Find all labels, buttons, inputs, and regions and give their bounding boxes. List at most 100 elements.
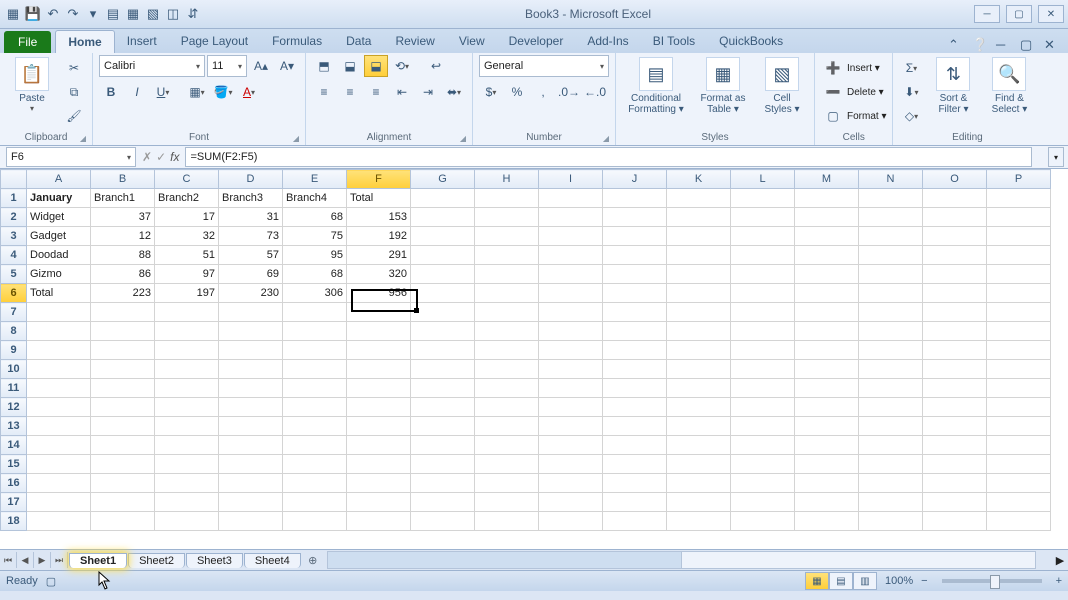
cell-L16[interactable] xyxy=(731,474,795,493)
row-header-17[interactable]: 17 xyxy=(1,493,27,512)
sheet-tab-sheet4[interactable]: Sheet4 xyxy=(244,553,301,568)
sheet-nav-next-icon[interactable]: ▶ xyxy=(34,552,51,568)
cell-I9[interactable] xyxy=(539,341,603,360)
redo-icon[interactable]: ↷ xyxy=(64,5,82,23)
cut-icon[interactable]: ✂ xyxy=(62,57,86,79)
align-right-icon[interactable]: ≡ xyxy=(364,81,388,103)
copy-icon[interactable]: ⧉ xyxy=(62,81,86,103)
cell-C11[interactable] xyxy=(155,379,219,398)
cell-H13[interactable] xyxy=(475,417,539,436)
cell-J4[interactable] xyxy=(603,246,667,265)
cell-I2[interactable] xyxy=(539,208,603,227)
workbook-restore-icon[interactable]: ▢ xyxy=(1020,37,1036,53)
cell-B12[interactable] xyxy=(91,398,155,417)
cell-M6[interactable] xyxy=(795,284,859,303)
cell-J1[interactable] xyxy=(603,189,667,208)
cell-N3[interactable] xyxy=(859,227,923,246)
cell-G2[interactable] xyxy=(411,208,475,227)
cell-K5[interactable] xyxy=(667,265,731,284)
sort-filter-button[interactable]: ⇅Sort & Filter ▾ xyxy=(927,55,979,117)
cell-P10[interactable] xyxy=(987,360,1051,379)
cell-B5[interactable]: 86 xyxy=(91,265,155,284)
cell-G6[interactable] xyxy=(411,284,475,303)
cell-O3[interactable] xyxy=(923,227,987,246)
ribbon-tab-add-ins[interactable]: Add-Ins xyxy=(575,30,640,53)
cell-H9[interactable] xyxy=(475,341,539,360)
cell-E11[interactable] xyxy=(283,379,347,398)
column-header-O[interactable]: O xyxy=(923,170,987,189)
cell-G18[interactable] xyxy=(411,512,475,531)
cell-C18[interactable] xyxy=(155,512,219,531)
fill-icon[interactable]: ⬇▾ xyxy=(899,81,923,103)
cell-H5[interactable] xyxy=(475,265,539,284)
column-header-E[interactable]: E xyxy=(283,170,347,189)
cell-L6[interactable] xyxy=(731,284,795,303)
ribbon-tab-insert[interactable]: Insert xyxy=(115,30,169,53)
cell-O4[interactable] xyxy=(923,246,987,265)
scroll-right-icon[interactable]: ▶ xyxy=(1052,554,1068,567)
cell-C3[interactable]: 32 xyxy=(155,227,219,246)
align-center-icon[interactable]: ≡ xyxy=(338,81,362,103)
row-header-4[interactable]: 4 xyxy=(1,246,27,265)
cell-M13[interactable] xyxy=(795,417,859,436)
qat-custom3-icon[interactable]: ▧ xyxy=(144,5,162,23)
cell-C5[interactable]: 97 xyxy=(155,265,219,284)
column-header-M[interactable]: M xyxy=(795,170,859,189)
cell-L5[interactable] xyxy=(731,265,795,284)
cell-O8[interactable] xyxy=(923,322,987,341)
cell-H10[interactable] xyxy=(475,360,539,379)
file-tab[interactable]: File xyxy=(4,31,51,53)
cell-J11[interactable] xyxy=(603,379,667,398)
sheet-nav-prev-icon[interactable]: ◀ xyxy=(17,552,34,568)
cell-J9[interactable] xyxy=(603,341,667,360)
cell-J18[interactable] xyxy=(603,512,667,531)
row-header-12[interactable]: 12 xyxy=(1,398,27,417)
worksheet-grid[interactable]: ABCDEFGHIJKLMNOP1JanuaryBranch1Branch2Br… xyxy=(0,169,1068,549)
cell-H8[interactable] xyxy=(475,322,539,341)
cell-J3[interactable] xyxy=(603,227,667,246)
cell-B4[interactable]: 88 xyxy=(91,246,155,265)
column-header-F[interactable]: F xyxy=(347,170,411,189)
cell-C14[interactable] xyxy=(155,436,219,455)
workbook-close-icon[interactable]: ✕ xyxy=(1044,37,1060,53)
cell-D17[interactable] xyxy=(219,493,283,512)
cell-L9[interactable] xyxy=(731,341,795,360)
select-all-button[interactable] xyxy=(1,170,27,189)
format-as-table-button[interactable]: ▦Format as Table ▾ xyxy=(694,55,752,117)
cell-P12[interactable] xyxy=(987,398,1051,417)
column-header-I[interactable]: I xyxy=(539,170,603,189)
cell-B8[interactable] xyxy=(91,322,155,341)
cell-O12[interactable] xyxy=(923,398,987,417)
new-sheet-icon[interactable]: ⊕ xyxy=(305,552,321,568)
cell-O7[interactable] xyxy=(923,303,987,322)
cell-B7[interactable] xyxy=(91,303,155,322)
cell-N13[interactable] xyxy=(859,417,923,436)
cell-M8[interactable] xyxy=(795,322,859,341)
view-page-layout-icon[interactable]: ▤ xyxy=(829,572,853,590)
format-cells-icon[interactable]: ▢ xyxy=(821,105,845,127)
cell-M14[interactable] xyxy=(795,436,859,455)
cell-A4[interactable]: Doodad xyxy=(27,246,91,265)
clipboard-launcher-icon[interactable]: ◢ xyxy=(80,134,86,143)
row-header-18[interactable]: 18 xyxy=(1,512,27,531)
cell-K9[interactable] xyxy=(667,341,731,360)
cell-O11[interactable] xyxy=(923,379,987,398)
cell-D2[interactable]: 31 xyxy=(219,208,283,227)
align-top-icon[interactable]: ⬒ xyxy=(312,55,336,77)
cell-H11[interactable] xyxy=(475,379,539,398)
cell-J2[interactable] xyxy=(603,208,667,227)
cell-L13[interactable] xyxy=(731,417,795,436)
cell-C1[interactable]: Branch2 xyxy=(155,189,219,208)
cell-C6[interactable]: 197 xyxy=(155,284,219,303)
expand-formula-bar-icon[interactable]: ▾ xyxy=(1048,147,1064,167)
cell-M5[interactable] xyxy=(795,265,859,284)
cell-N10[interactable] xyxy=(859,360,923,379)
cell-K12[interactable] xyxy=(667,398,731,417)
insert-cells-button[interactable]: Insert ▾ xyxy=(847,63,880,74)
row-header-2[interactable]: 2 xyxy=(1,208,27,227)
cell-O5[interactable] xyxy=(923,265,987,284)
cell-C10[interactable] xyxy=(155,360,219,379)
cell-A15[interactable] xyxy=(27,455,91,474)
cell-D6[interactable]: 230 xyxy=(219,284,283,303)
autosum-icon[interactable]: Σ▾ xyxy=(899,57,923,79)
